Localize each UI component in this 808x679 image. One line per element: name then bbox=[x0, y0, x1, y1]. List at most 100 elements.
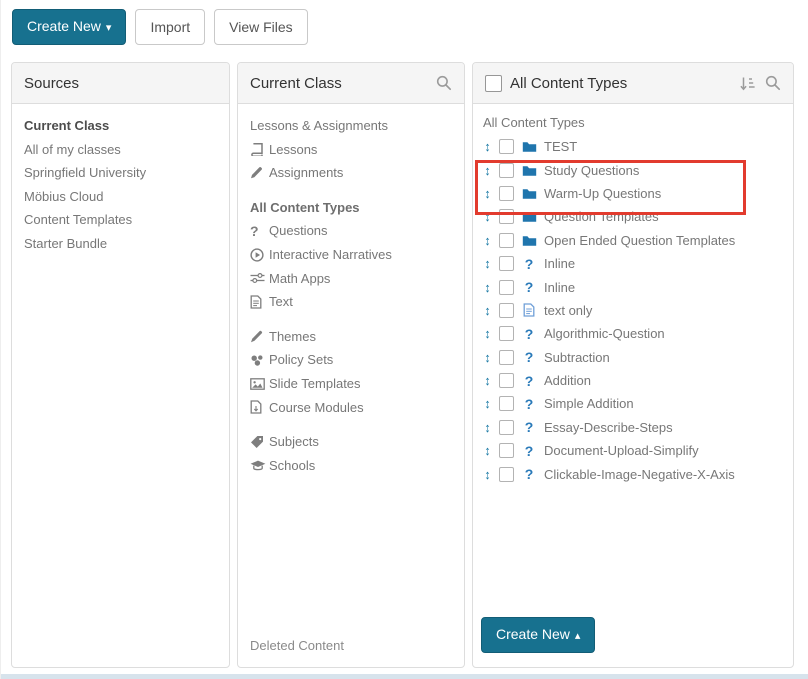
row-checkbox[interactable] bbox=[499, 280, 514, 295]
item-label: Lessons bbox=[269, 138, 317, 162]
row-checkbox[interactable] bbox=[499, 420, 514, 435]
drag-handle-icon[interactable]: ↕ bbox=[483, 467, 492, 482]
drag-handle-icon[interactable]: ↕ bbox=[483, 350, 492, 365]
deleted-content-link[interactable]: Deleted Content bbox=[250, 638, 344, 653]
drag-handle-icon[interactable]: ↕ bbox=[483, 420, 492, 435]
row-checkbox[interactable] bbox=[499, 209, 514, 224]
list-item-course-modules[interactable]: Course Modules bbox=[250, 396, 452, 420]
row-checkbox[interactable] bbox=[499, 350, 514, 365]
item-label: Inline bbox=[544, 256, 575, 271]
drag-handle-icon[interactable]: ↕ bbox=[483, 373, 492, 388]
table-row-study-questions[interactable]: ↕Study Questions bbox=[483, 158, 783, 181]
list-item-math-apps[interactable]: Math Apps bbox=[250, 267, 452, 291]
item-label: Interactive Narratives bbox=[269, 243, 392, 267]
import-button[interactable]: Import bbox=[135, 9, 205, 45]
search-icon[interactable] bbox=[765, 75, 781, 91]
table-row-clickable-image-negative-x-axis[interactable]: ↕?Clickable-Image-Negative-X-Axis bbox=[483, 462, 783, 485]
drag-handle-icon[interactable]: ↕ bbox=[483, 443, 492, 458]
list-item-themes[interactable]: Themes bbox=[250, 325, 452, 349]
table-row-subtraction[interactable]: ↕?Subtraction bbox=[483, 346, 783, 369]
course-module-icon bbox=[250, 400, 269, 414]
table-row-test[interactable]: ↕TEST bbox=[483, 135, 783, 158]
sidebar-item-springfield-university[interactable]: Springfield University bbox=[24, 161, 217, 185]
list-item-subjects[interactable]: Subjects bbox=[250, 430, 452, 454]
sidebar-item-content-templates[interactable]: Content Templates bbox=[24, 208, 217, 232]
question-icon: ? bbox=[521, 467, 537, 481]
list-item-schools[interactable]: Schools bbox=[250, 454, 452, 478]
drag-handle-icon[interactable]: ↕ bbox=[483, 326, 492, 341]
current-class-list: Lessons & AssignmentsLessonsAssignments A… bbox=[238, 104, 464, 498]
create-new-button-bottom[interactable]: Create New▴ bbox=[481, 617, 595, 653]
folder-icon bbox=[521, 210, 537, 223]
question-icon: ? bbox=[250, 224, 269, 238]
row-checkbox[interactable] bbox=[499, 326, 514, 341]
select-all-checkbox[interactable] bbox=[485, 75, 502, 92]
search-icon[interactable] bbox=[436, 75, 452, 91]
table-row-inline[interactable]: ↕?Inline bbox=[483, 275, 783, 298]
drag-handle-icon[interactable]: ↕ bbox=[483, 396, 492, 411]
drag-handle-icon[interactable]: ↕ bbox=[483, 256, 492, 271]
window-bottom-edge bbox=[1, 674, 808, 679]
question-icon: ? bbox=[521, 397, 537, 411]
breadcrumb[interactable]: All Content Types bbox=[483, 112, 783, 134]
list-item-lessons[interactable]: Lessons bbox=[250, 138, 452, 162]
current-class-section: ThemesPolicy SetsSlide TemplatesCourse M… bbox=[250, 325, 452, 419]
row-checkbox[interactable] bbox=[499, 186, 514, 201]
document-icon bbox=[250, 295, 269, 309]
list-item-policy-sets[interactable]: Policy Sets bbox=[250, 348, 452, 372]
item-label: Essay-Describe-Steps bbox=[544, 420, 673, 435]
list-item-questions[interactable]: ?Questions bbox=[250, 219, 452, 243]
table-row-document-upload-simplify[interactable]: ↕?Document-Upload-Simplify bbox=[483, 439, 783, 462]
view-files-button[interactable]: View Files bbox=[214, 9, 308, 45]
table-row-simple-addition[interactable]: ↕?Simple Addition bbox=[483, 392, 783, 415]
drag-handle-icon[interactable]: ↕ bbox=[483, 303, 492, 318]
row-checkbox[interactable] bbox=[499, 396, 514, 411]
row-checkbox[interactable] bbox=[499, 467, 514, 482]
policy-sets-icon bbox=[250, 354, 269, 367]
sort-amount-icon[interactable] bbox=[739, 76, 756, 91]
question-icon: ? bbox=[521, 374, 537, 388]
create-new-bottom-label: Create New bbox=[496, 626, 570, 642]
item-label: Policy Sets bbox=[269, 348, 333, 372]
table-row-open-ended-question-templates[interactable]: ↕Open Ended Question Templates bbox=[483, 229, 783, 252]
create-new-button[interactable]: Create New▾ bbox=[12, 9, 126, 45]
drag-handle-icon[interactable]: ↕ bbox=[483, 163, 492, 178]
current-class-panel: Current Class Lessons & AssignmentsLesso… bbox=[237, 62, 465, 668]
list-item-assignments[interactable]: Assignments bbox=[250, 161, 452, 185]
current-class-section: All Content Types?QuestionsInteractive N… bbox=[250, 196, 452, 314]
row-checkbox[interactable] bbox=[499, 233, 514, 248]
table-row-warm-up-questions[interactable]: ↕Warm-Up Questions bbox=[483, 182, 783, 205]
list-item-text[interactable]: Text bbox=[250, 290, 452, 314]
drag-handle-icon[interactable]: ↕ bbox=[483, 233, 492, 248]
image-icon bbox=[250, 378, 269, 390]
book-icon bbox=[250, 143, 269, 156]
row-checkbox[interactable] bbox=[499, 443, 514, 458]
drag-handle-icon[interactable]: ↕ bbox=[483, 280, 492, 295]
question-icon: ? bbox=[521, 327, 537, 341]
drag-handle-icon[interactable]: ↕ bbox=[483, 209, 492, 224]
sidebar-item-starter-bundle[interactable]: Starter Bundle bbox=[24, 232, 217, 256]
sidebar-item-current-class[interactable]: Current Class bbox=[24, 114, 217, 138]
question-icon: ? bbox=[521, 444, 537, 458]
table-row-text-only[interactable]: ↕text only bbox=[483, 299, 783, 322]
row-checkbox[interactable] bbox=[499, 373, 514, 388]
row-checkbox[interactable] bbox=[499, 256, 514, 271]
question-icon: ? bbox=[521, 257, 537, 271]
row-checkbox[interactable] bbox=[499, 139, 514, 154]
table-row-essay-describe-steps[interactable]: ↕?Essay-Describe-Steps bbox=[483, 416, 783, 439]
drag-handle-icon[interactable]: ↕ bbox=[483, 139, 492, 154]
sidebar-item-m-bius-cloud[interactable]: Möbius Cloud bbox=[24, 185, 217, 209]
sources-list: Current ClassAll of my classesSpringfiel… bbox=[12, 104, 229, 265]
list-item-interactive-narratives[interactable]: Interactive Narratives bbox=[250, 243, 452, 267]
list-item-slide-templates[interactable]: Slide Templates bbox=[250, 372, 452, 396]
sidebar-item-all-of-my-classes[interactable]: All of my classes bbox=[24, 138, 217, 162]
table-row-addition[interactable]: ↕?Addition bbox=[483, 369, 783, 392]
list-item-all-content-types[interactable]: All Content Types bbox=[250, 196, 452, 220]
row-checkbox[interactable] bbox=[499, 303, 514, 318]
list-item-lessons-assignments[interactable]: Lessons & Assignments bbox=[250, 114, 452, 138]
row-checkbox[interactable] bbox=[499, 163, 514, 178]
drag-handle-icon[interactable]: ↕ bbox=[483, 186, 492, 201]
table-row-algorithmic-question[interactable]: ↕?Algorithmic-Question bbox=[483, 322, 783, 345]
table-row-inline[interactable]: ↕? Inline bbox=[483, 252, 783, 275]
table-row-question-templates[interactable]: ↕Question Templates bbox=[483, 205, 783, 228]
